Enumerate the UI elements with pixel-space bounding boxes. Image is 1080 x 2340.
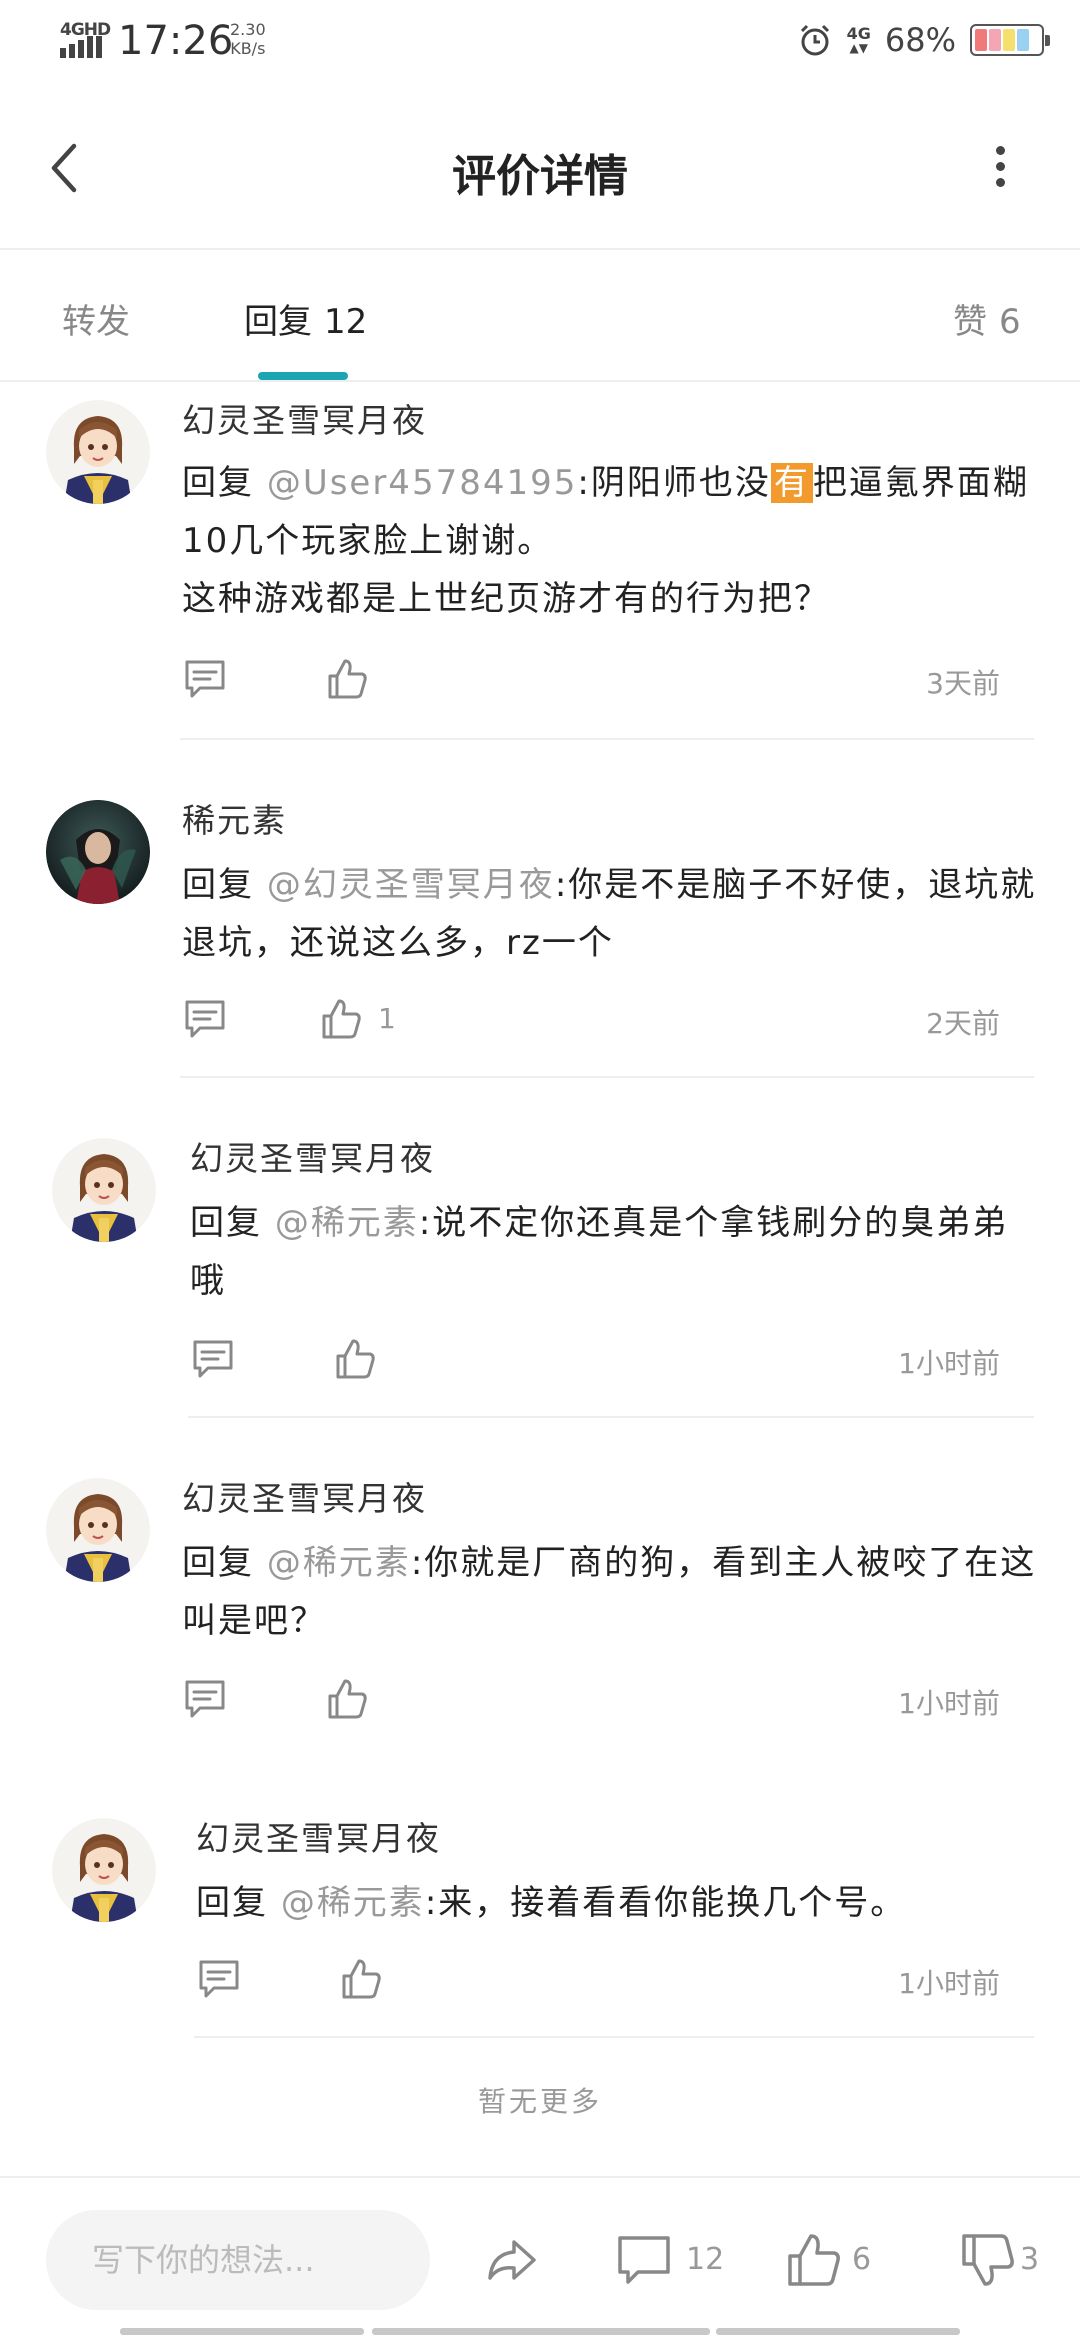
tab-forward[interactable]: 转发 [62, 294, 130, 343]
comment-time: 2天前 [926, 1007, 1000, 1040]
comment-time: 1小时前 [898, 1347, 1000, 1380]
comment-time: 3天前 [926, 667, 1000, 700]
battery-icon [970, 24, 1050, 56]
battery-percent: 68% [884, 21, 956, 59]
more-vertical-icon[interactable] [990, 146, 1010, 188]
comment-time: 1小时前 [898, 1687, 1000, 1720]
tab-bar: 转发 回复 12 赞6 [0, 252, 1080, 382]
avatar[interactable] [52, 1818, 156, 1922]
comment-text: 回复 @稀元素:来，接着看看你能换几个号。 [196, 1883, 907, 1923]
like-icon[interactable] [332, 1336, 378, 1382]
like-icon[interactable] [318, 996, 364, 1042]
reply-icon[interactable] [182, 996, 228, 1042]
comment-item: 幻灵圣雪冥月夜 回复 @稀元素:你就是厂商的狗，看到主人被咬了在这叫是吧？ 1小… [0, 1426, 1080, 1766]
thumbs-down-icon[interactable] [958, 2230, 1018, 2290]
like-count-bottom: 6 [852, 2242, 872, 2277]
avatar[interactable] [52, 1138, 156, 1242]
status-bar: 4GHD 17:26 2.30 KB/s 4G ▲▼ 68% [0, 0, 1080, 80]
reply-count: 12 [324, 302, 368, 342]
comment-username[interactable]: 幻灵圣雪冥月夜 [196, 1812, 441, 1860]
like-icon[interactable] [338, 1956, 384, 2002]
network-speed: 2.30 KB/s [230, 20, 266, 58]
network-type: 4GHD [60, 20, 111, 40]
avatar[interactable] [46, 400, 150, 504]
reply-icon[interactable] [182, 656, 228, 702]
alarm-icon [800, 24, 829, 56]
avatar[interactable] [46, 1478, 150, 1582]
comment-like-count: 1 [378, 1002, 396, 1035]
mention-link[interactable]: @稀元素 [275, 1203, 419, 1243]
comment-item: 幻灵圣雪冥月夜 回复 @User45784195:阴阳师也没有把逼氪界面糊10几… [0, 386, 1080, 746]
scroll-indicator [716, 2328, 960, 2335]
comment-username[interactable]: 幻灵圣雪冥月夜 [190, 1132, 435, 1180]
comment-item: 幻灵圣雪冥月夜 回复 @稀元素:说不定你还真是个拿钱刷分的臭弟弟哦 1小时前 [0, 1086, 1080, 1426]
comment-item: 稀元素 回复 @幻灵圣雪冥月夜:你是不是脑子不好使，退坑就退坑，还说这么多，rz… [0, 746, 1080, 1086]
divider [194, 2036, 1034, 2038]
comment-username[interactable]: 幻灵圣雪冥月夜 [182, 1472, 427, 1520]
comment-username[interactable]: 幻灵圣雪冥月夜 [182, 394, 427, 442]
mobile-data-icon: 4G ▲▼ [846, 24, 871, 55]
comment-text: 回复 @User45784195:阴阳师也没有把逼氪界面糊10几个玩家脸上谢谢。… [182, 463, 1029, 619]
divider [188, 1416, 1034, 1418]
no-more-label: 暂无更多 [477, 2085, 602, 2118]
comment-text: 回复 @幻灵圣雪冥月夜:你是不是脑子不好使，退坑就退坑，还说这么多，rz一个 [182, 865, 1037, 963]
tab-reply[interactable]: 回复 12 [244, 294, 367, 343]
divider [180, 738, 1034, 740]
like-icon[interactable] [324, 1676, 370, 1722]
mention-link[interactable]: @幻灵圣雪冥月夜 [267, 865, 555, 905]
share-icon[interactable] [482, 2230, 542, 2290]
reply-icon[interactable] [196, 1956, 242, 2002]
highlight-text: 有 [770, 463, 813, 503]
scroll-indicator [372, 2328, 710, 2335]
tab-like[interactable]: 赞6 [953, 294, 1021, 343]
comment-count: 12 [686, 2242, 725, 2277]
signal-icon: 4GHD [58, 20, 111, 60]
reply-icon[interactable] [182, 1676, 228, 1722]
top-bar: 评价详情 [0, 80, 1080, 250]
clock: 17:26 [118, 18, 234, 64]
comment-input[interactable] [46, 2210, 430, 2310]
bottom-bar: 12 6 3 [0, 2176, 1080, 2340]
comment-text: 回复 @稀元素:说不定你还真是个拿钱刷分的臭弟弟哦 [190, 1203, 1009, 1301]
comment-time: 1小时前 [898, 1967, 1000, 2000]
comment-icon[interactable] [614, 2230, 674, 2290]
mention-link[interactable]: @稀元素 [281, 1883, 425, 1923]
tab-indicator [258, 372, 348, 380]
avatar[interactable] [46, 800, 150, 904]
like-count: 6 [999, 302, 1021, 342]
comment-item: 幻灵圣雪冥月夜 回复 @稀元素:来，接着看看你能换几个号。 1小时前 [0, 1766, 1080, 2046]
page-title: 评价详情 [452, 151, 628, 202]
comment-text: 回复 @稀元素:你就是厂商的狗，看到主人被咬了在这叫是吧？ [182, 1543, 1037, 1641]
divider [180, 1076, 1034, 1078]
like-icon[interactable] [324, 656, 370, 702]
dislike-count: 3 [1020, 2242, 1040, 2277]
mention-link[interactable]: @User45784195 [267, 463, 578, 503]
scroll-indicator [120, 2328, 364, 2335]
thumbs-up-icon[interactable] [784, 2230, 844, 2290]
reply-icon[interactable] [190, 1336, 236, 1382]
comment-username[interactable]: 稀元素 [182, 794, 287, 842]
mention-link[interactable]: @稀元素 [267, 1543, 411, 1583]
